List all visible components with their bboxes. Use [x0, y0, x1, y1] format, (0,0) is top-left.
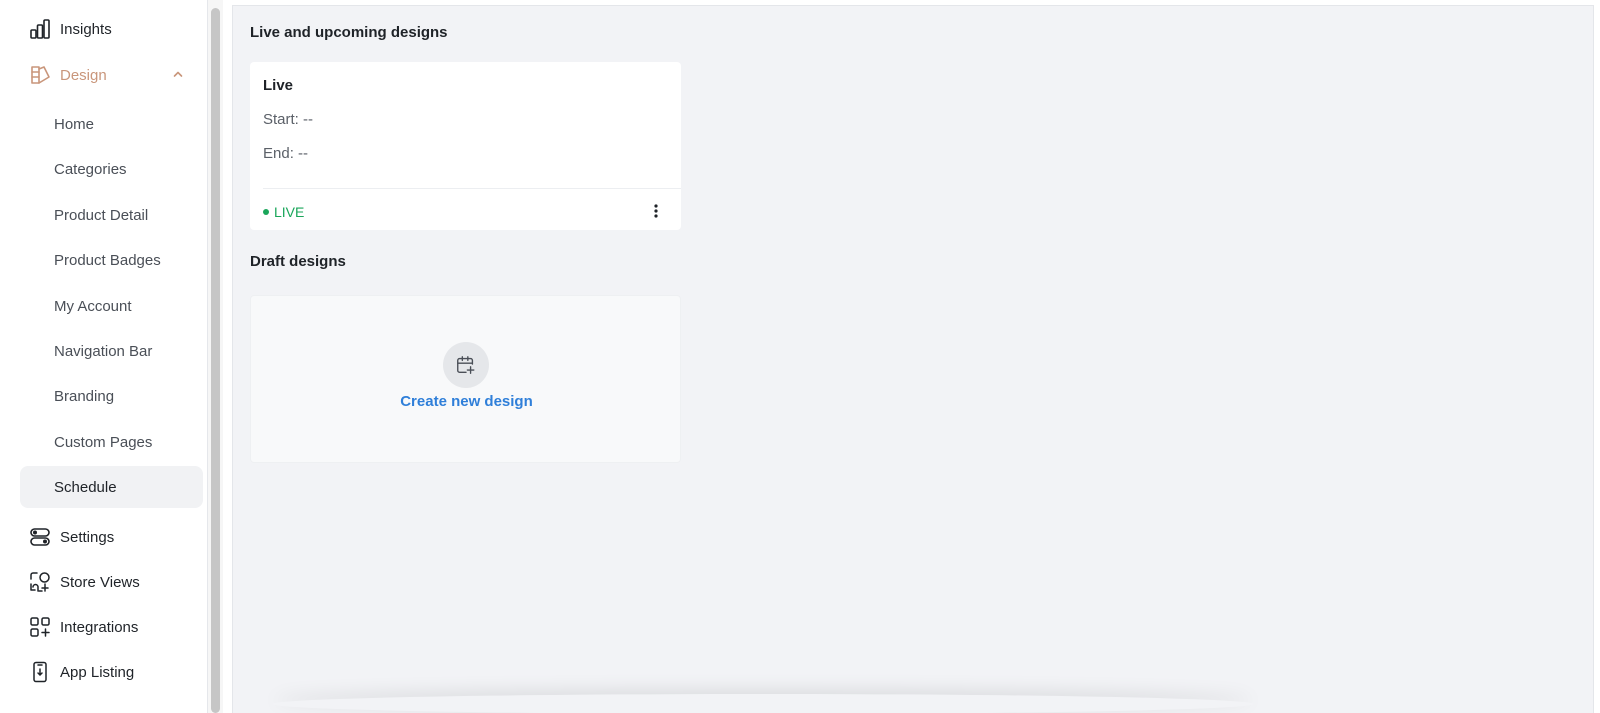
sidebar-item-app-listing[interactable]: App Listing: [20, 651, 203, 693]
status-badge: LIVE: [263, 204, 304, 220]
more-options-icon[interactable]: [645, 199, 667, 223]
sidebar-subitem-label: Product Detail: [54, 206, 149, 224]
draft-section-title: Draft designs: [250, 253, 346, 270]
sidebar-subitem-label: Product Badges: [54, 251, 161, 269]
sidebar-subitem-label: Custom Pages: [54, 433, 153, 451]
create-design-card[interactable]: Create new design: [250, 295, 681, 463]
sidebar-item-label: Integrations: [60, 618, 139, 636]
bar-chart-icon: [26, 15, 54, 43]
card-title: Live: [263, 77, 294, 94]
status-dot: [263, 209, 269, 215]
divider: [263, 188, 681, 189]
status-label: LIVE: [274, 204, 305, 220]
live-section-title: Live and upcoming designs: [250, 24, 448, 41]
live-design-card[interactable]: Live Start: -- End: -- LIVE: [250, 62, 681, 230]
sidebar-item-store-views[interactable]: Store Views: [20, 561, 203, 603]
phone-icon: [26, 658, 54, 686]
bottom-shadow: [273, 694, 1253, 713]
sidebar-subitem-schedule[interactable]: Schedule: [20, 466, 203, 508]
sidebar-subitem-label: Navigation Bar: [54, 342, 153, 360]
start-date: Start: --: [263, 111, 314, 128]
end-date: End: --: [263, 145, 309, 162]
sidebar-item-label: Insights: [60, 20, 112, 38]
sidebar-subitem-navigation-bar[interactable]: Navigation Bar: [20, 330, 203, 372]
calendar-plus-icon[interactable]: [443, 342, 489, 388]
sidebar: Insights Design Home Categories Product …: [0, 0, 205, 713]
sidebar-subitem-label: My Account: [54, 297, 132, 315]
sidebar-item-label: Settings: [60, 528, 115, 546]
grid-plus-icon: [26, 613, 54, 641]
sidebar-subitem-label: Schedule: [54, 478, 117, 496]
create-new-design-link[interactable]: Create new design: [251, 393, 682, 410]
store-views-icon: [26, 568, 54, 596]
sidebar-subitem-label: Branding: [54, 387, 115, 405]
app-window: Insights Design Home Categories Product …: [0, 0, 1600, 713]
toggles-icon: [26, 523, 54, 551]
sidebar-item-label: Store Views: [60, 573, 140, 591]
sidebar-item-label: Design: [60, 66, 107, 84]
sidebar-item-label: App Listing: [60, 663, 135, 681]
main-content: Live and upcoming designs Live Start: --…: [232, 5, 1594, 713]
sidebar-subitem-product-badges[interactable]: Product Badges: [20, 239, 203, 281]
sidebar-item-design[interactable]: Design: [20, 54, 203, 96]
sidebar-scrollbar[interactable]: [207, 0, 223, 713]
sidebar-item-settings[interactable]: Settings: [20, 516, 203, 558]
sidebar-subitem-my-account[interactable]: My Account: [20, 285, 203, 327]
sidebar-subitem-product-detail[interactable]: Product Detail: [20, 194, 203, 236]
sidebar-item-integrations[interactable]: Integrations: [20, 606, 203, 648]
palette-icon: [26, 61, 54, 89]
sidebar-subitem-categories[interactable]: Categories: [20, 148, 203, 190]
sidebar-subitem-label: Categories: [54, 160, 127, 178]
chevron-up-icon[interactable]: [171, 67, 185, 81]
sidebar-subitem-branding[interactable]: Branding: [20, 375, 203, 417]
sidebar-subitem-label: Home: [54, 115, 95, 133]
sidebar-subitem-custom-pages[interactable]: Custom Pages: [20, 421, 203, 463]
sidebar-item-insights[interactable]: Insights: [20, 8, 203, 50]
sidebar-subitem-home[interactable]: Home: [20, 103, 203, 145]
scrollbar-thumb[interactable]: [211, 8, 220, 713]
